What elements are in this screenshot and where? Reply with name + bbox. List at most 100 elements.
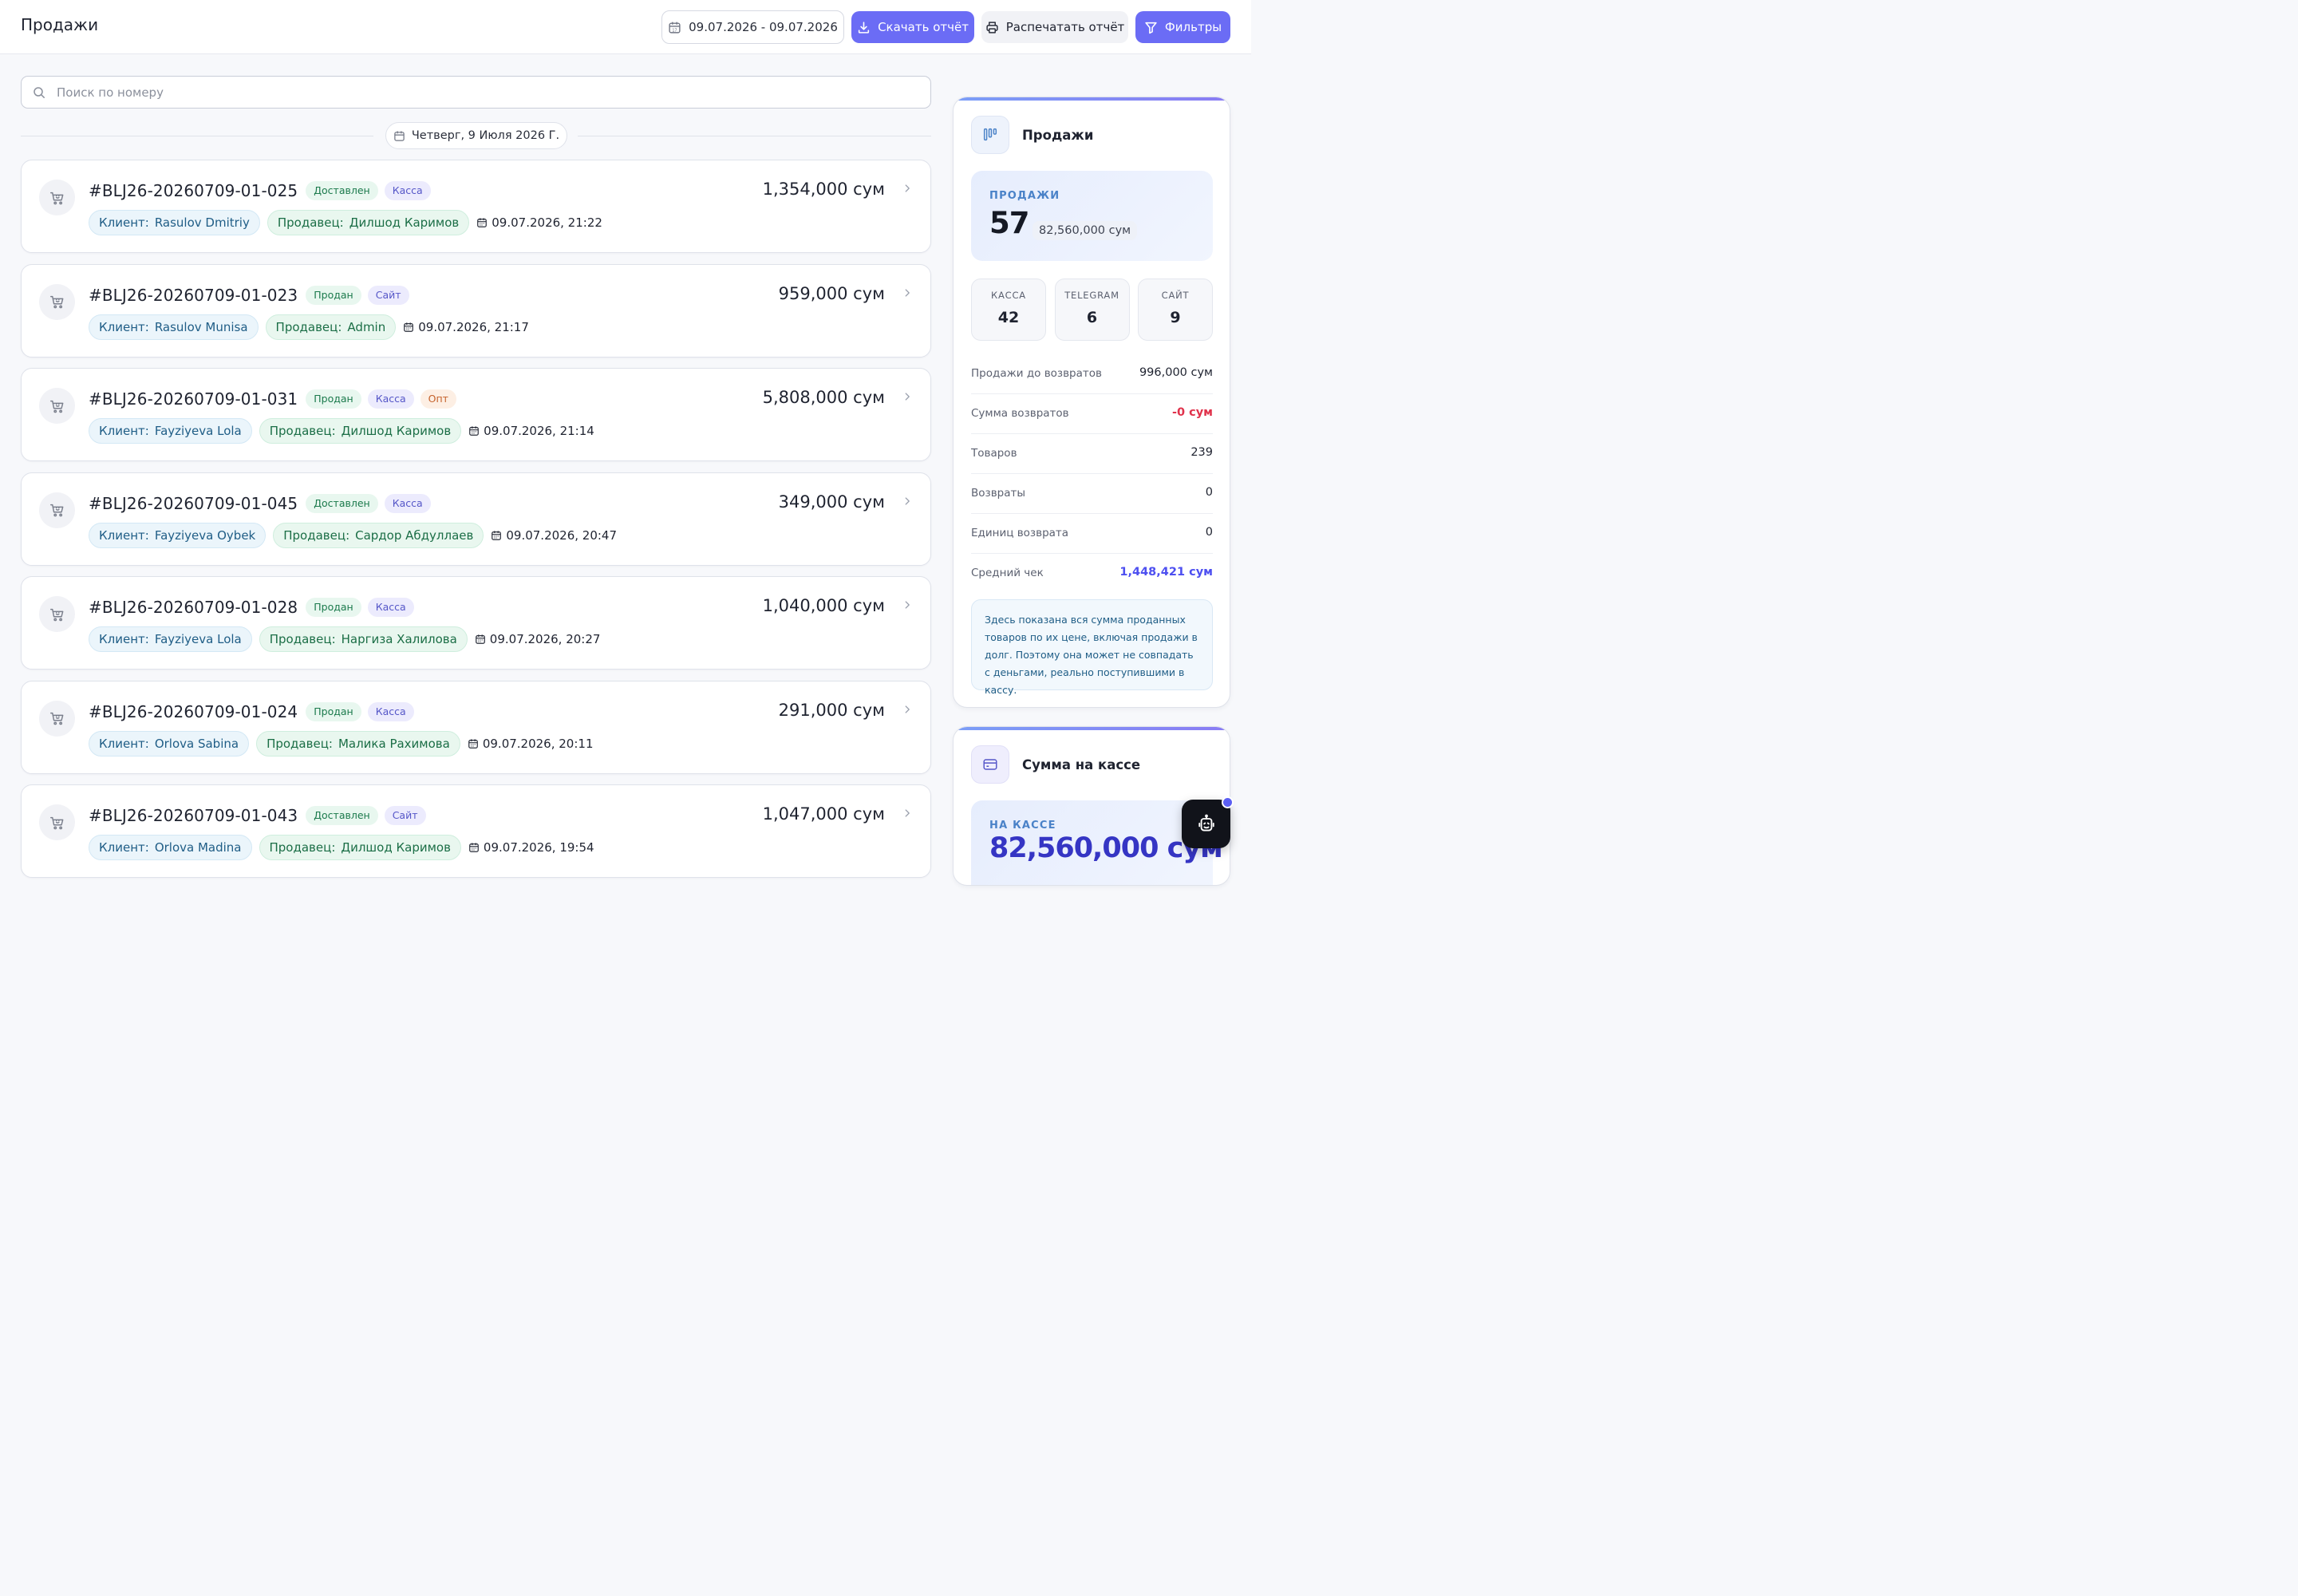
- client-label: Клиент:: [99, 215, 149, 230]
- status-badge: Доставлен: [306, 806, 378, 825]
- channel-card-site: САЙТ 9: [1138, 279, 1213, 341]
- order-meta: Клиент: Rasulov Dmitriy Продавец: Дилшод К…: [89, 210, 602, 235]
- status-badge: Продан: [306, 598, 361, 617]
- channel-badge: Касса: [367, 598, 414, 617]
- order-icon-wrap: [39, 804, 75, 840]
- client-name: Fayziyeva Lola: [154, 424, 242, 438]
- client-pill: Клиент: Fayziyeva Oybek: [89, 522, 267, 548]
- seller-pill: Продавец: Сардор Абдуллаев: [273, 522, 484, 548]
- order-card[interactable]: #BLJ26-20260709-01-028 Продан Касса Клие…: [21, 576, 931, 670]
- cart-icon: [49, 192, 63, 204]
- stat-row: Сумма возвратов -0 сум: [971, 394, 1213, 434]
- channel-label: КАССА: [991, 290, 1026, 301]
- chevron-right-icon[interactable]: [902, 599, 913, 610]
- order-icon-wrap: [39, 180, 75, 215]
- order-number: #BLJ26-20260709-01-043: [89, 806, 298, 825]
- panel-title: Продажи: [1022, 127, 1094, 143]
- stat-label: Единиц возврата: [971, 527, 1069, 539]
- print-report-label: Распечатать отчёт: [1005, 20, 1125, 34]
- date-range-button[interactable]: 17 09.07.2026 - 09.07.2026: [661, 10, 844, 44]
- order-datetime: 09.07.2026, 20:47: [491, 528, 617, 543]
- date-group-text: Четверг, 9 Июля 2026 Г.: [411, 129, 560, 142]
- info-note: Здесь показана вся сумма проданных товар…: [971, 599, 1213, 696]
- order-datetime-text: 09.07.2026, 20:11: [482, 736, 594, 751]
- client-label: Клиент:: [99, 424, 149, 438]
- calendar-icon: [394, 130, 405, 141]
- order-icon-wrap: [39, 388, 75, 424]
- seller-label: Продавец:: [277, 215, 344, 230]
- download-report-button[interactable]: Скачать отчёт: [851, 11, 974, 43]
- order-card[interactable]: #BLJ26-20260709-01-023 Продан Сайт Клиен…: [21, 263, 931, 358]
- client-pill: Клиент: Orlova Sabina: [89, 730, 250, 757]
- print-report-button[interactable]: Распечатать отчёт: [981, 11, 1128, 43]
- channel-badge: Касса: [367, 389, 414, 409]
- order-amount: 1,040,000 сум: [762, 596, 885, 615]
- chevron-right-icon[interactable]: [902, 808, 913, 819]
- order-card[interactable]: #BLJ26-20260709-01-024 Продан Касса Клие…: [21, 680, 931, 774]
- order-header: #BLJ26-20260709-01-031 Продан Касса Опт: [89, 388, 456, 410]
- order-card[interactable]: #BLJ26-20260709-01-025 Доставлен Касса К…: [21, 160, 931, 253]
- status-badge: Доставлен: [306, 493, 378, 513]
- order-card[interactable]: #BLJ26-20260709-01-031 Продан Касса Опт …: [21, 368, 931, 461]
- chevron-right-icon[interactable]: [902, 183, 913, 194]
- cart-icon: [49, 295, 63, 309]
- order-amount: 959,000 сум: [778, 283, 885, 303]
- seller-pill: Продавец: Малика Рахимова: [256, 730, 460, 757]
- cart-icon: [49, 400, 63, 413]
- order-meta: Клиент: Orlova Madina Продавец: Дилшод Кар…: [89, 835, 594, 860]
- seller-pill: Продавец: Наргиза Халилова: [259, 626, 468, 652]
- filters-button[interactable]: Фильтры: [1135, 11, 1230, 43]
- seller-label: Продавец:: [269, 424, 336, 438]
- panel-icon-wrap: [971, 745, 1009, 784]
- order-icon-wrap: [39, 492, 75, 528]
- client-pill: Клиент: Rasulov Munisa: [89, 314, 259, 340]
- order-number: #BLJ26-20260709-01-024: [89, 701, 298, 721]
- channel-label: TELEGRAM: [1064, 290, 1119, 301]
- order-amount: 1,354,000 сум: [762, 180, 885, 199]
- client-pill: Клиент: Orlova Madina: [89, 835, 252, 860]
- order-card[interactable]: #BLJ26-20260709-01-043 Доставлен Сайт Кл…: [21, 784, 931, 878]
- stat-value: 239: [1190, 446, 1213, 459]
- calendar-icon: [468, 738, 478, 749]
- search-input[interactable]: [22, 77, 930, 108]
- sales-count: 57: [989, 206, 1029, 240]
- sales-sum-badge: 82,560,000 сум: [1033, 221, 1138, 240]
- order-datetime-text: 09.07.2026, 21:22: [492, 215, 602, 230]
- chevron-right-icon[interactable]: [902, 391, 913, 402]
- client-name: Rasulov Dmitriy: [154, 215, 250, 230]
- stat-value: 1,448,421 сум: [1119, 566, 1213, 579]
- order-header: #BLJ26-20260709-01-023 Продан Сайт: [89, 284, 409, 306]
- client-label: Клиент:: [99, 736, 149, 751]
- download-icon: [858, 21, 870, 34]
- stat-row: Возвраты 0: [971, 474, 1213, 514]
- client-label: Клиент:: [99, 840, 149, 855]
- seller-name: Малика Рахимова: [338, 736, 450, 751]
- panel-accent-bar: [954, 97, 1230, 101]
- cash-hero-card: НА КАССЕ 82,560,000 сум: [971, 800, 1223, 885]
- assistant-button[interactable]: [1182, 796, 1234, 848]
- status-badge: Доставлен: [306, 181, 378, 200]
- client-pill: Клиент: Rasulov Dmitriy: [89, 210, 260, 235]
- stat-row: Товаров 239: [971, 434, 1213, 474]
- client-name: Orlova Sabina: [154, 736, 239, 751]
- order-datetime: 09.07.2026, 20:11: [468, 737, 594, 751]
- order-header: #BLJ26-20260709-01-043 Доставлен Сайт: [89, 804, 426, 827]
- chevron-right-icon[interactable]: [902, 704, 913, 715]
- sales-hero-label: ПРОДАЖИ: [989, 190, 1060, 202]
- order-datetime-text: 09.07.2026, 20:47: [506, 527, 618, 543]
- stat-row: Продажи до возвратов 996,000 сум: [971, 354, 1213, 394]
- chevron-right-icon[interactable]: [902, 496, 913, 507]
- sales-hero-card: ПРОДАЖИ 57 82,560,000 сум: [971, 171, 1213, 261]
- channel-badge: Касса: [384, 493, 431, 513]
- order-number: #BLJ26-20260709-01-025: [89, 181, 298, 200]
- cart-icon: [49, 608, 63, 621]
- order-amount: 1,047,000 сум: [762, 804, 885, 824]
- calendar-icon: [469, 426, 480, 436]
- order-card[interactable]: #BLJ26-20260709-01-045 Доставлен Касса К…: [21, 472, 931, 566]
- chevron-right-icon[interactable]: [902, 287, 913, 298]
- panel-icon-wrap: [971, 116, 1009, 154]
- client-name: Fayziyeva Lola: [154, 632, 242, 646]
- filter-icon: [1145, 22, 1157, 34]
- date-range-value: 09.07.2026 - 09.07.2026: [689, 20, 838, 34]
- order-icon-wrap: [39, 700, 75, 737]
